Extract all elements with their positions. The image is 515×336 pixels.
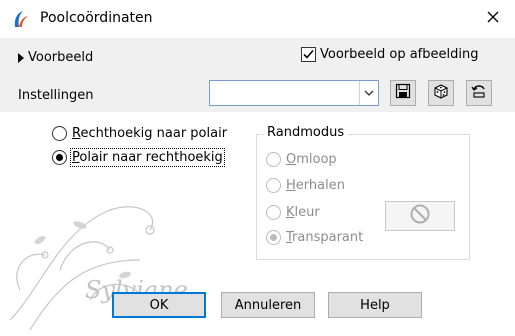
radio-herhalen-label: Herhalen: [286, 178, 345, 193]
edge-mode-title: Randmodus: [264, 125, 348, 140]
radio-unselected-icon: [52, 126, 67, 141]
preview-on-image-checkbox[interactable]: Voorbeeld op afbeelding: [301, 47, 478, 62]
radio-omloop[interactable]: Omloop: [266, 152, 337, 167]
radio-transparant-label: Transparant: [286, 230, 364, 245]
edge-color-swatch[interactable]: [385, 201, 455, 231]
preview-toggle-label: Voorbeeld: [28, 50, 94, 65]
reset-button[interactable]: [466, 80, 492, 106]
randomize-button[interactable]: [428, 80, 454, 106]
radio-polar-to-rect[interactable]: Polair naar rechthoekig: [52, 148, 225, 167]
dice-icon: [432, 82, 450, 104]
settings-label: Instellingen: [18, 88, 94, 103]
radio-selected-icon: [52, 150, 67, 165]
radio-unselected-icon: [266, 205, 281, 220]
title-bar: Poolcoördinaten: [0, 0, 515, 39]
settings-combo[interactable]: [209, 80, 379, 106]
radio-omloop-label: Omloop: [286, 152, 337, 167]
cancel-button-label: Annuleren: [234, 297, 302, 313]
radio-kleur[interactable]: Kleur: [266, 205, 320, 220]
ok-button[interactable]: OK: [112, 292, 206, 318]
window-title: Poolcoördinaten: [40, 10, 153, 26]
cancel-button[interactable]: Annuleren: [221, 292, 315, 318]
radio-herhalen[interactable]: Herhalen: [266, 178, 345, 193]
undo-icon: [470, 82, 488, 104]
radio-kleur-label: Kleur: [286, 205, 320, 220]
expand-triangle-icon: [18, 52, 24, 63]
radio-unselected-icon: [266, 178, 281, 193]
preview-toggle[interactable]: Voorbeeld: [18, 50, 93, 65]
radio-polar-to-rect-label: Polair naar rechthoekig: [70, 148, 225, 167]
close-button[interactable]: [470, 0, 515, 38]
checkbox-checked-icon: [301, 47, 316, 62]
preview-row: Voorbeeld Voorbeeld op afbeelding: [0, 38, 515, 74]
radio-rect-to-polar[interactable]: Rechthoekig naar polair: [52, 126, 227, 141]
help-button-label: Help: [360, 297, 390, 313]
radio-transparant[interactable]: Transparant: [266, 230, 363, 245]
radio-unselected-icon: [266, 152, 281, 167]
help-button[interactable]: Help: [328, 292, 422, 318]
ok-button-label: OK: [149, 297, 169, 313]
close-icon: [487, 11, 499, 27]
save-icon: [395, 83, 411, 103]
chevron-down-icon[interactable]: [359, 81, 378, 105]
save-preset-button[interactable]: [390, 80, 416, 106]
radio-selected-icon: [266, 230, 281, 245]
settings-row: Instellingen: [0, 74, 515, 112]
main-panel: Sylviane Rechthoekig naar polair Polair …: [0, 112, 515, 336]
radio-rect-to-polar-label: Rechthoekig naar polair: [72, 126, 228, 141]
no-color-icon: [409, 203, 431, 229]
app-icon: [10, 9, 30, 29]
preview-on-image-label: Voorbeeld op afbeelding: [320, 47, 479, 62]
